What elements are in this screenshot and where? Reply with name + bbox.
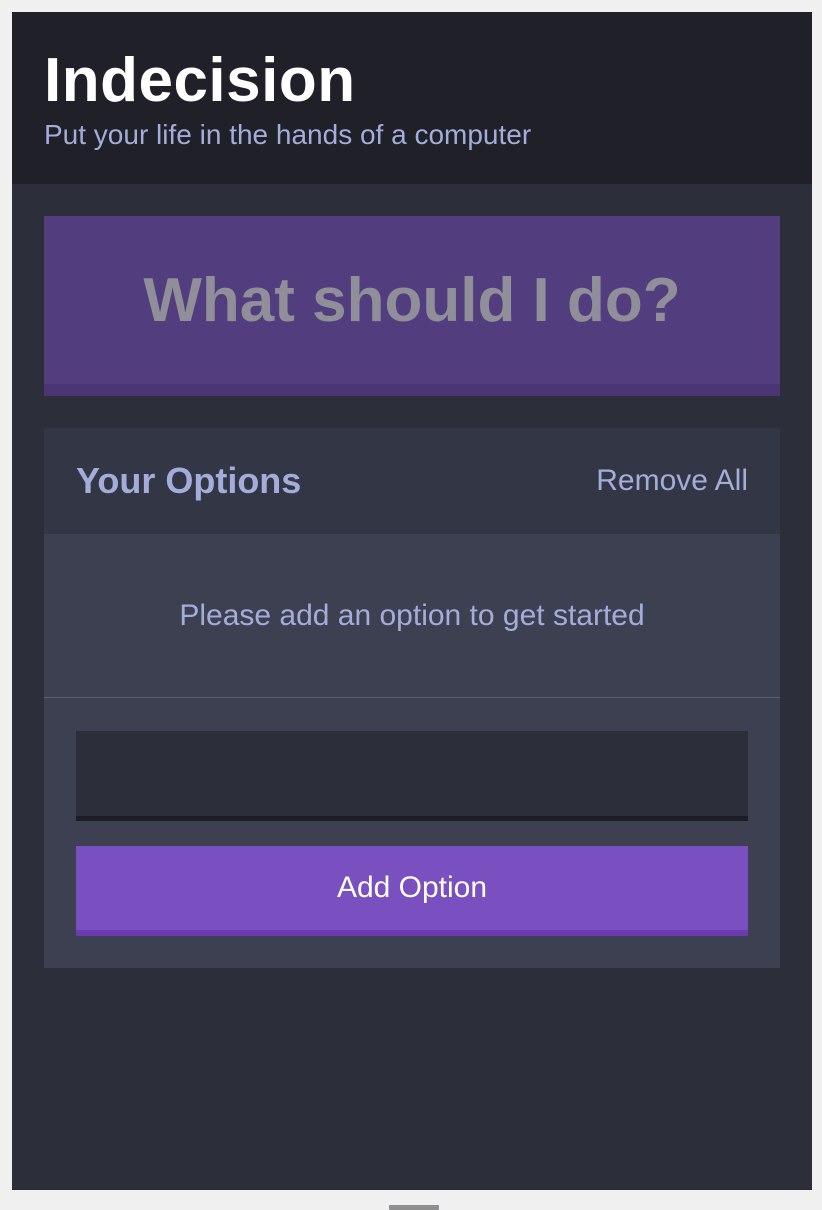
what-should-i-do-button[interactable]: What should I do? bbox=[44, 216, 780, 396]
remove-all-button[interactable]: Remove All bbox=[596, 464, 748, 498]
app-window: Indecision Put your life in the hands of… bbox=[12, 12, 812, 1190]
add-option-button[interactable]: Add Option bbox=[76, 846, 748, 936]
options-widget: Your Options Remove All Please add an op… bbox=[44, 428, 780, 968]
options-title: Your Options bbox=[76, 460, 302, 501]
app-title: Indecision bbox=[44, 46, 356, 115]
add-option-form: Add Option bbox=[44, 698, 780, 968]
option-input[interactable] bbox=[76, 731, 748, 821]
main-content: What should I do? Your Options Remove Al… bbox=[12, 184, 812, 968]
scroll-handle[interactable] bbox=[389, 1205, 439, 1210]
app-header: Indecision Put your life in the hands of… bbox=[12, 12, 812, 184]
empty-options-message: Please add an option to get started bbox=[44, 534, 780, 698]
options-widget-header: Your Options Remove All bbox=[44, 428, 780, 534]
app-subtitle: Put your life in the hands of a computer bbox=[44, 119, 532, 150]
